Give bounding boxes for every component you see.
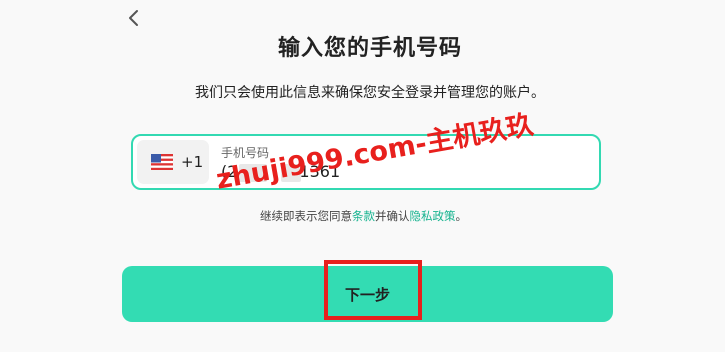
privacy-policy-link[interactable]: 隐私政策 bbox=[410, 209, 456, 223]
consent-prefix: 继续即表示您同意 bbox=[260, 209, 352, 223]
terms-link[interactable]: 条款 bbox=[352, 209, 375, 223]
back-button[interactable] bbox=[122, 6, 146, 30]
consent-middle: 并确认 bbox=[375, 209, 410, 223]
consent-suffix: 。 bbox=[455, 209, 468, 223]
highlight-box bbox=[324, 260, 422, 320]
chevron-left-icon bbox=[129, 10, 138, 26]
page-title: 输入您的手机号码 bbox=[277, 36, 462, 61]
page-subtitle: 我们只会使用此信息来确保您安全登录并管理您的账户。 bbox=[195, 85, 545, 101]
country-code-selector[interactable]: +1 bbox=[137, 140, 209, 184]
us-flag-icon bbox=[151, 154, 173, 170]
country-code: +1 bbox=[181, 153, 204, 171]
consent-text: 继续即表示您同意条款并确认隐私政策。 bbox=[260, 208, 467, 224]
